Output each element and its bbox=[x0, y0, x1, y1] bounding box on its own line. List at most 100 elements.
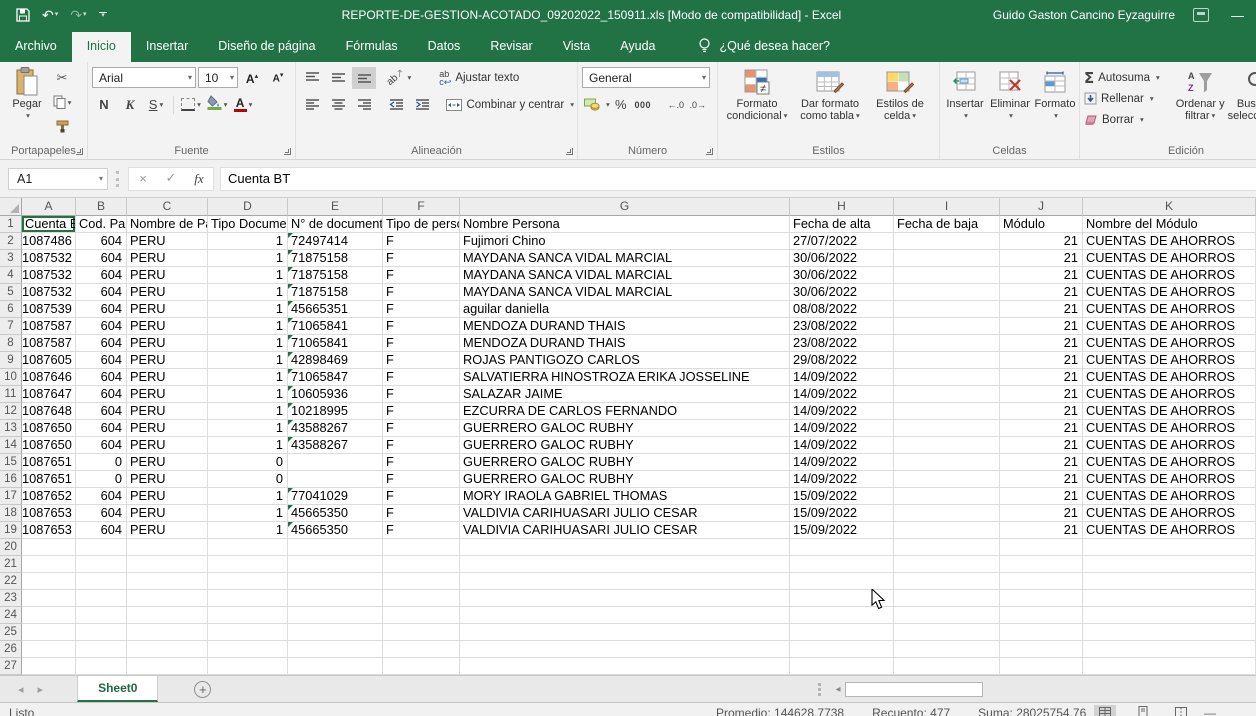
cell-A21[interactable] bbox=[22, 556, 76, 573]
cell-I11[interactable] bbox=[894, 386, 1000, 403]
row-header-13[interactable]: 13 bbox=[0, 420, 22, 437]
cell-I26[interactable] bbox=[894, 641, 1000, 658]
cell-C22[interactable] bbox=[127, 573, 208, 590]
cell-B12[interactable]: 604 bbox=[76, 403, 127, 420]
cell-D1[interactable]: Tipo Documento bbox=[208, 216, 288, 233]
cell-K22[interactable] bbox=[1083, 573, 1256, 590]
cell-E22[interactable] bbox=[288, 573, 383, 590]
formula-bar-splitter[interactable] bbox=[116, 171, 120, 187]
cell-F9[interactable]: F bbox=[383, 352, 460, 369]
cell-F14[interactable]: F bbox=[383, 437, 460, 454]
cell-D2[interactable]: 1 bbox=[208, 233, 288, 250]
cell-A7[interactable]: 1087587 bbox=[22, 318, 76, 335]
enter-button[interactable]: ✓ bbox=[157, 171, 185, 186]
account-name[interactable]: Guido Gaston Cancino Eyzaguirre bbox=[993, 8, 1175, 22]
cell-C18[interactable]: PERU bbox=[127, 505, 208, 522]
cell-H7[interactable]: 23/08/2022 bbox=[790, 318, 894, 335]
dialog-launcher-icon[interactable] bbox=[76, 148, 83, 155]
dialog-launcher-icon[interactable] bbox=[566, 148, 573, 155]
cell-D18[interactable]: 1 bbox=[208, 505, 288, 522]
sheet-nav-left-icon[interactable]: ◂ bbox=[18, 683, 24, 696]
ribbon-display-options-icon[interactable] bbox=[1193, 8, 1209, 22]
cell-C7[interactable]: PERU bbox=[127, 318, 208, 335]
decrease-indent-button[interactable] bbox=[384, 94, 408, 116]
font-color-button[interactable]: A▾ bbox=[231, 94, 255, 116]
row-header-3[interactable]: 3 bbox=[0, 250, 22, 267]
cell-K13[interactable]: CUENTAS DE AHORROS bbox=[1083, 420, 1256, 437]
page-break-view-button[interactable] bbox=[1170, 705, 1192, 716]
undo-button[interactable]: ↶▾ bbox=[42, 8, 58, 22]
cell-D24[interactable] bbox=[208, 607, 288, 624]
cell-C25[interactable] bbox=[127, 624, 208, 641]
cell-I23[interactable] bbox=[894, 590, 1000, 607]
cell-E18[interactable]: 45665350 bbox=[288, 505, 383, 522]
cell-B2[interactable]: 604 bbox=[76, 233, 127, 250]
column-header-C[interactable]: C bbox=[127, 198, 208, 216]
cell-A26[interactable] bbox=[22, 641, 76, 658]
cell-D3[interactable]: 1 bbox=[208, 250, 288, 267]
cell-H4[interactable]: 30/06/2022 bbox=[790, 267, 894, 284]
cell-B17[interactable]: 604 bbox=[76, 488, 127, 505]
cell-B7[interactable]: 604 bbox=[76, 318, 127, 335]
cell-B6[interactable]: 604 bbox=[76, 301, 127, 318]
cell-F17[interactable]: F bbox=[383, 488, 460, 505]
increase-decimal-button[interactable]: ←.0 bbox=[666, 94, 686, 116]
cell-D15[interactable]: 0 bbox=[208, 454, 288, 471]
cell-E4[interactable]: 71875158 bbox=[288, 267, 383, 284]
cell-J7[interactable]: 21 bbox=[1000, 318, 1083, 335]
cell-J18[interactable]: 21 bbox=[1000, 505, 1083, 522]
cell-E3[interactable]: 71875158 bbox=[288, 250, 383, 267]
cell-E6[interactable]: 45665351 bbox=[288, 301, 383, 318]
cell-A22[interactable] bbox=[22, 573, 76, 590]
cell-J12[interactable]: 21 bbox=[1000, 403, 1083, 420]
column-header-E[interactable]: E bbox=[288, 198, 383, 216]
cell-I1[interactable]: Fecha de baja bbox=[894, 216, 1000, 233]
cell-I24[interactable] bbox=[894, 607, 1000, 624]
tab-inicio[interactable]: Inicio bbox=[72, 32, 131, 62]
cell-I9[interactable] bbox=[894, 352, 1000, 369]
cell-A25[interactable] bbox=[22, 624, 76, 641]
cell-I18[interactable] bbox=[894, 505, 1000, 522]
new-sheet-button[interactable]: + bbox=[194, 681, 211, 698]
cell-D12[interactable]: 1 bbox=[208, 403, 288, 420]
save-button[interactable] bbox=[16, 8, 30, 22]
cell-J22[interactable] bbox=[1000, 573, 1083, 590]
normal-view-button[interactable] bbox=[1094, 705, 1116, 716]
cell-G7[interactable]: MENDOZA DURAND THAIS bbox=[460, 318, 790, 335]
cell-C16[interactable]: PERU bbox=[127, 471, 208, 488]
cell-B3[interactable]: 604 bbox=[76, 250, 127, 267]
cell-E23[interactable] bbox=[288, 590, 383, 607]
cell-B10[interactable]: 604 bbox=[76, 369, 127, 386]
cell-G11[interactable]: SALAZAR JAIME bbox=[460, 386, 790, 403]
cell-F3[interactable]: F bbox=[383, 250, 460, 267]
cell-A10[interactable]: 1087646 bbox=[22, 369, 76, 386]
percent-style-button[interactable]: % bbox=[612, 94, 630, 116]
cell-E24[interactable] bbox=[288, 607, 383, 624]
cell-H9[interactable]: 29/08/2022 bbox=[790, 352, 894, 369]
row-header-18[interactable]: 18 bbox=[0, 505, 22, 522]
format-as-table-button[interactable]: Dar formato como tabla▾ bbox=[792, 65, 868, 142]
cell-K2[interactable]: CUENTAS DE AHORROS bbox=[1083, 233, 1256, 250]
row-header-23[interactable]: 23 bbox=[0, 590, 22, 607]
scrollbar-resize-handle[interactable] bbox=[818, 683, 821, 696]
cell-E17[interactable]: 77041029 bbox=[288, 488, 383, 505]
cell-A6[interactable]: 1087539 bbox=[22, 301, 76, 318]
cell-G27[interactable] bbox=[460, 658, 790, 675]
cell-D11[interactable]: 1 bbox=[208, 386, 288, 403]
cell-F23[interactable] bbox=[383, 590, 460, 607]
cell-H24[interactable] bbox=[790, 607, 894, 624]
cell-E20[interactable] bbox=[288, 539, 383, 556]
cell-I15[interactable] bbox=[894, 454, 1000, 471]
cell-D27[interactable] bbox=[208, 658, 288, 675]
cell-I21[interactable] bbox=[894, 556, 1000, 573]
redo-button[interactable]: ↷▾ bbox=[70, 8, 86, 22]
cell-H6[interactable]: 08/08/2022 bbox=[790, 301, 894, 318]
font-size-select[interactable]: 10▾ bbox=[198, 67, 238, 88]
cell-C4[interactable]: PERU bbox=[127, 267, 208, 284]
cell-C19[interactable]: PERU bbox=[127, 522, 208, 539]
decrease-font-button[interactable]: A▾ bbox=[266, 67, 290, 89]
cell-K3[interactable]: CUENTAS DE AHORROS bbox=[1083, 250, 1256, 267]
row-header-17[interactable]: 17 bbox=[0, 488, 22, 505]
cell-F15[interactable]: F bbox=[383, 454, 460, 471]
cell-F22[interactable] bbox=[383, 573, 460, 590]
